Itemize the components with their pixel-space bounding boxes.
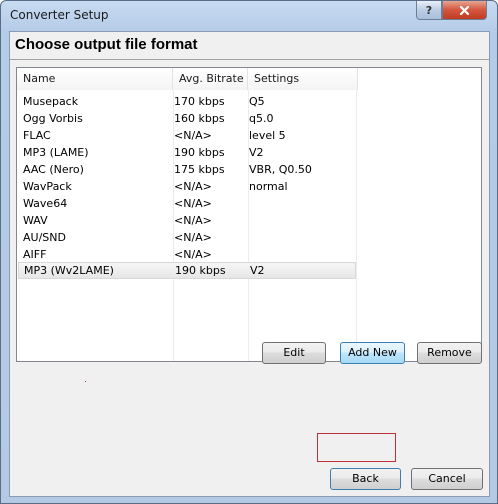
list-item[interactable]: AIFF <N/A> [18, 246, 356, 263]
back-button[interactable]: Back [330, 468, 401, 490]
list-item-selected[interactable]: MP3 (Wv2LAME) 190 kbps V2 [18, 262, 356, 279]
list-item[interactable]: WAV <N/A> [18, 212, 356, 229]
converter-setup-window: Converter Setup ? Choose output file for… [0, 0, 498, 504]
list-item[interactable]: FLAC <N/A> level 5 [18, 127, 356, 144]
help-icon: ? [425, 3, 433, 17]
format-list[interactable]: Name Avg. Bitrate Settings Musepack 170 k… [16, 67, 482, 362]
list-item[interactable]: MP3 (LAME) 190 kbps V2 [18, 144, 356, 161]
column-header-name[interactable]: Name [17, 68, 173, 90]
cancel-button[interactable]: Cancel [411, 468, 483, 490]
highlight-box [317, 433, 396, 462]
remove-button[interactable]: Remove [417, 342, 482, 364]
window-title: Converter Setup [10, 8, 109, 22]
list-item[interactable]: AU/SND <N/A> [18, 229, 356, 246]
list-item[interactable]: Wave64 <N/A> [18, 195, 356, 212]
column-divider [356, 90, 357, 361]
help-button[interactable]: ? [416, 1, 442, 20]
column-header-settings[interactable]: Settings [248, 68, 358, 90]
close-button[interactable] [442, 1, 487, 20]
stray-pixel [85, 381, 86, 382]
list-item[interactable]: AAC (Nero) 175 kbps VBR, Q0.50 [18, 161, 356, 178]
column-header-bitrate[interactable]: Avg. Bitrate [173, 68, 248, 90]
close-icon [459, 5, 470, 15]
list-item[interactable]: Ogg Vorbis 160 kbps q5.0 [18, 110, 356, 127]
add-new-button[interactable]: Add New [340, 342, 405, 364]
page-title: Choose output file format [15, 36, 198, 53]
list-item[interactable]: Musepack 170 kbps Q5 [18, 93, 356, 110]
title-bar[interactable]: Converter Setup ? [1, 1, 497, 31]
edit-button[interactable]: Edit [262, 342, 326, 364]
list-item[interactable]: WavPack <N/A> normal [18, 178, 356, 195]
header-divider [10, 59, 489, 60]
dialog-body: Choose output file format Name Avg. Bitr… [9, 31, 490, 497]
